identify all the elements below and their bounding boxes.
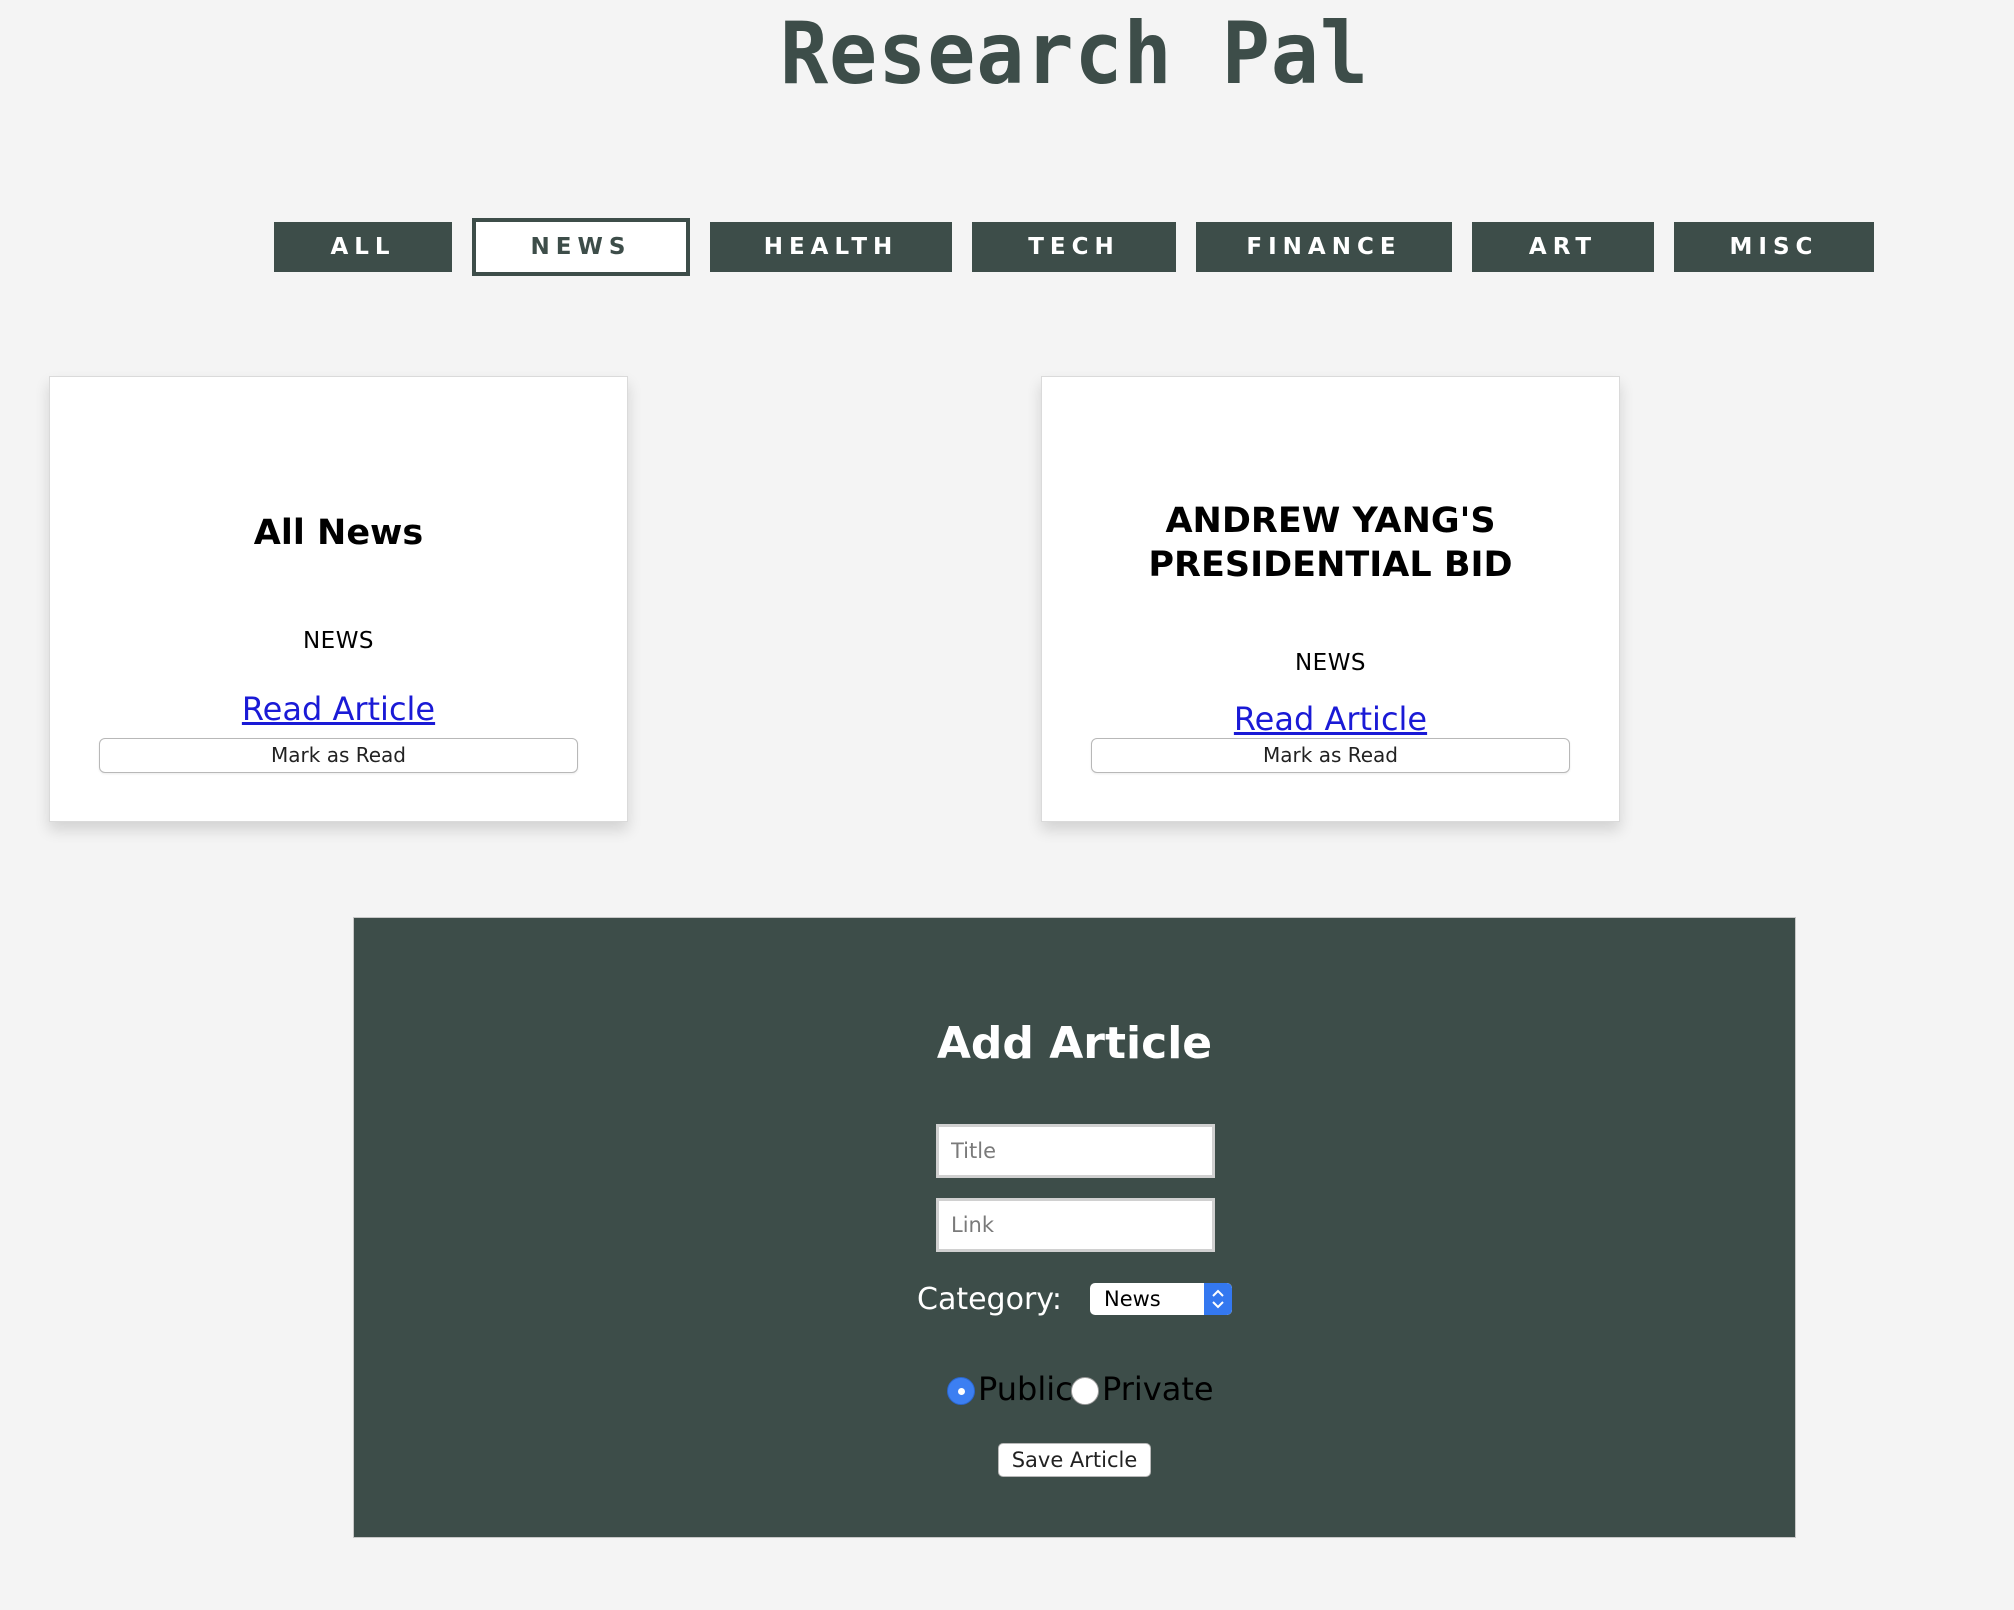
category-select[interactable]: News	[1090, 1283, 1232, 1315]
filter-misc-button[interactable]: MISC	[1674, 222, 1874, 272]
article-card: ANDREW YANG'S PRESIDENTIAL BID NEWS Read…	[1041, 376, 1620, 822]
card-title: All News	[253, 513, 424, 553]
title-input[interactable]	[936, 1124, 1215, 1178]
public-radio[interactable]	[947, 1377, 975, 1405]
add-article-heading: Add Article	[936, 1018, 1213, 1069]
filter-finance-button[interactable]: FINANCE	[1196, 222, 1452, 272]
mark-as-read-button[interactable]: Mark as Read	[99, 738, 578, 773]
filter-art-button[interactable]: ART	[1472, 222, 1654, 272]
filter-tech-button[interactable]: TECH	[972, 222, 1176, 272]
filter-news-button[interactable]: NEWS	[472, 218, 690, 276]
app-title: Research Pal	[779, 4, 1369, 104]
save-article-button[interactable]: Save Article	[998, 1443, 1151, 1477]
card-category: NEWS	[1294, 650, 1367, 676]
card-category: NEWS	[302, 628, 375, 654]
private-radio[interactable]	[1071, 1377, 1099, 1405]
category-label: Category:	[917, 1282, 1062, 1317]
public-radio-label: Public	[978, 1370, 1073, 1408]
card-title: ANDREW YANG'S PRESIDENTIAL BID	[1148, 501, 1513, 585]
category-select-value: News	[1104, 1287, 1161, 1311]
read-article-link[interactable]: Read Article	[1042, 700, 1619, 738]
category-filter-bar: ALL NEWS HEALTH TECH FINANCE ART MISC	[0, 218, 2014, 276]
filter-all-button[interactable]: ALL	[274, 222, 452, 272]
read-article-link[interactable]: Read Article	[50, 690, 627, 728]
select-arrows-icon	[1204, 1283, 1232, 1315]
article-card: All News NEWS Read Article Mark as Read	[49, 376, 628, 822]
mark-as-read-button[interactable]: Mark as Read	[1091, 738, 1570, 773]
private-radio-label: Private	[1102, 1370, 1214, 1408]
link-input[interactable]	[936, 1198, 1215, 1252]
add-article-form: Add Article Category: News Public Privat…	[353, 917, 1796, 1538]
filter-health-button[interactable]: HEALTH	[710, 222, 952, 272]
